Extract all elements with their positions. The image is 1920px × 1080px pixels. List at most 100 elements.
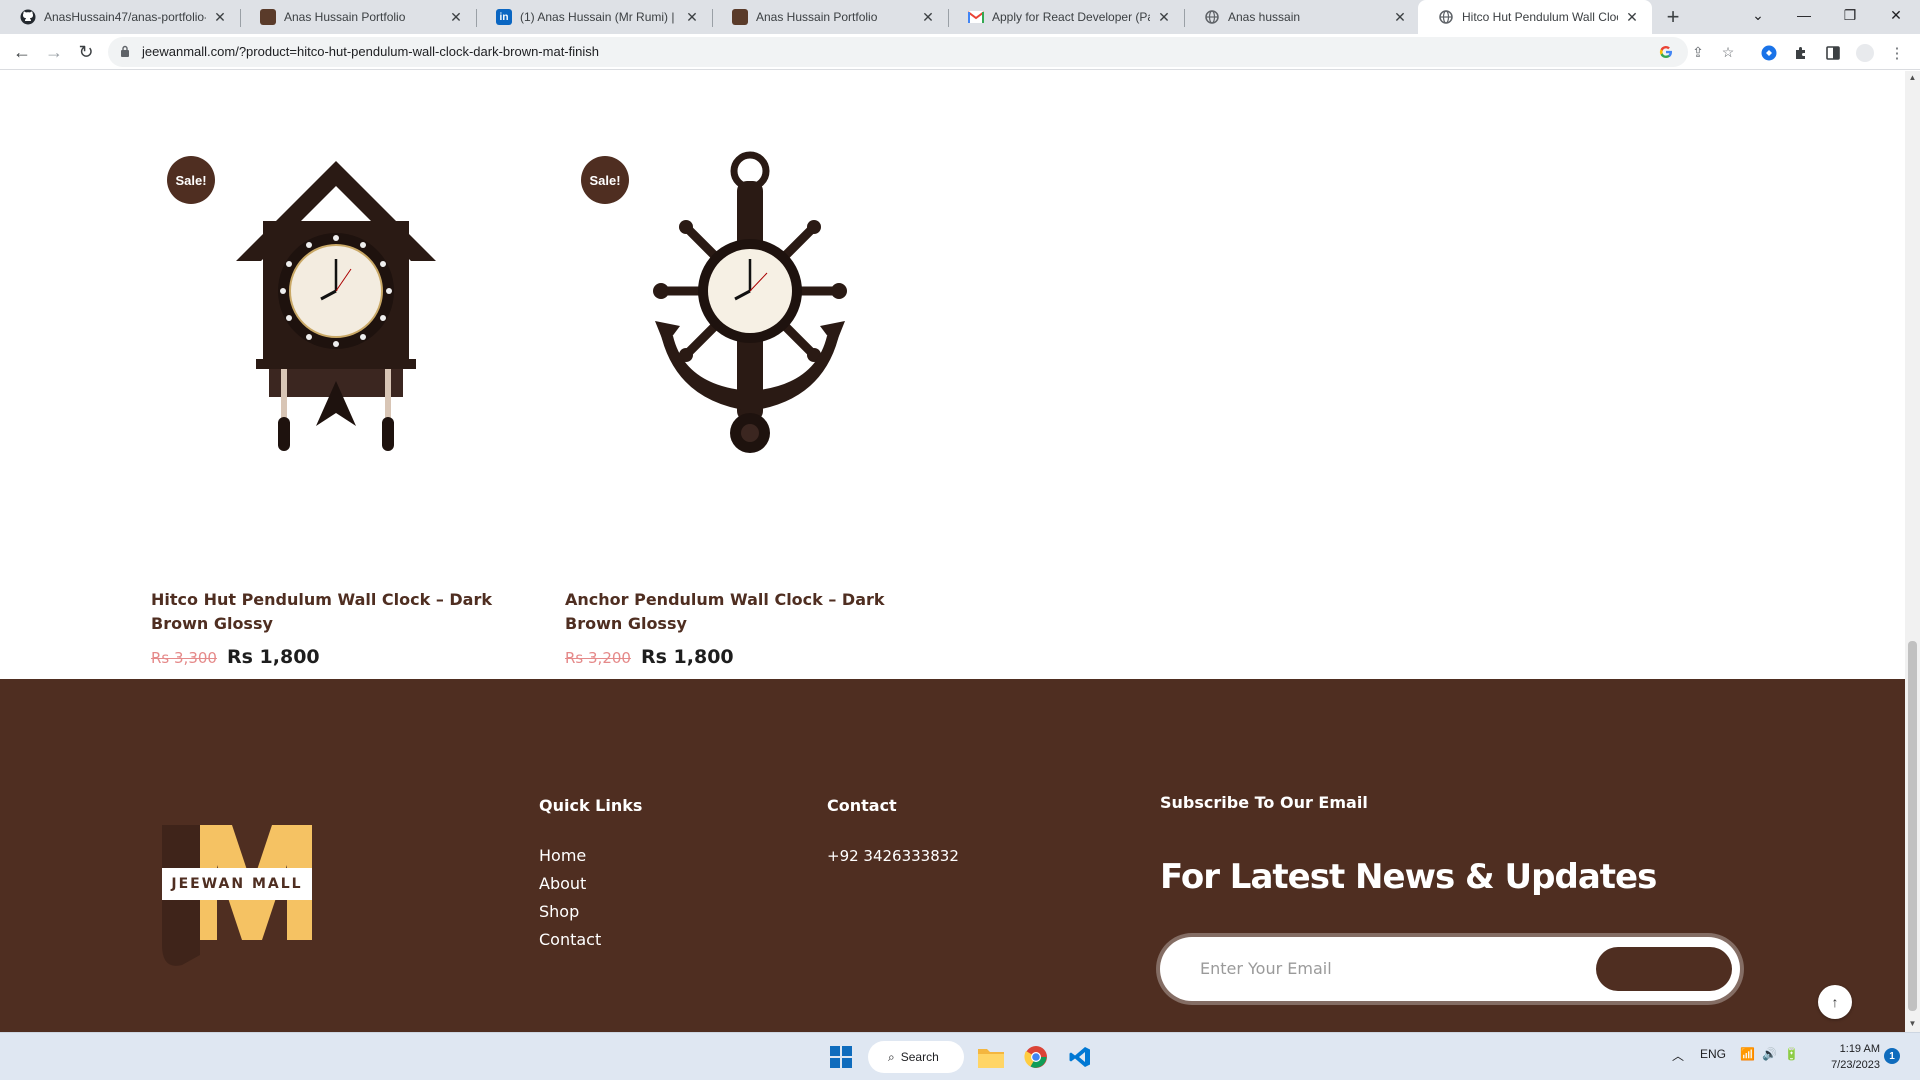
close-tab-icon[interactable]: ✕: [1624, 9, 1640, 26]
old-price: Rs 3,300: [151, 649, 217, 667]
price-row: Rs 3,200 Rs 1,800: [565, 646, 734, 668]
logo-text: JEEWAN MALL: [162, 868, 312, 900]
browser-tab-active[interactable]: Hitco Hut Pendulum Wall Clock ✕: [1418, 0, 1652, 34]
bookmark-star-icon[interactable]: ☆: [1720, 44, 1736, 60]
gmail-icon: [968, 9, 984, 25]
product-title-link[interactable]: Anchor Pendulum Wall Clock – Dark Brown …: [565, 588, 925, 636]
url-text[interactable]: jeewanmall.com/?product=hitco-hut-pendul…: [142, 44, 599, 59]
wifi-icon[interactable]: 📶: [1740, 1047, 1755, 1061]
search-icon: ⌕: [888, 1049, 895, 1064]
close-tab-icon[interactable]: ✕: [920, 9, 936, 26]
address-bar[interactable]: jeewanmall.com/?product=hitco-hut-pendul…: [108, 37, 1734, 67]
browser-tab[interactable]: Anas Hussain Portfolio ✕: [712, 0, 948, 34]
side-panel-icon[interactable]: [1824, 44, 1842, 62]
close-tab-icon[interactable]: ✕: [1156, 9, 1172, 26]
portfolio-icon: [732, 9, 748, 25]
github-icon: [20, 9, 36, 25]
contact-phone[interactable]: +92 3426333832: [827, 847, 959, 865]
windows-taskbar: ⌕ Search ︿ ENG 📶 🔊 🔋 1:19 AM 7/23/2023 1: [0, 1032, 1920, 1080]
tab-search-chevron-icon[interactable]: ⌄: [1736, 0, 1780, 30]
tab-title: AnasHussain47/anas-portfolio-H: [44, 10, 206, 24]
forward-arrow-icon[interactable]: →: [42, 40, 66, 64]
sale-price: Rs 1,800: [641, 646, 734, 668]
vscode-icon[interactable]: [1064, 1041, 1096, 1073]
jeewan-mall-logo[interactable]: JEEWAN MALL: [162, 825, 312, 970]
subscribe-button[interactable]: [1596, 947, 1732, 991]
sale-badge: Sale!: [167, 156, 215, 204]
clock-time: 1:19 AM: [1839, 1043, 1880, 1055]
reload-icon[interactable]: ↻: [74, 40, 98, 64]
linkedin-icon: in: [496, 9, 512, 25]
browser-toolbar: ← → ↻ jeewanmall.com/?product=hitco-hut-…: [0, 34, 1920, 70]
price-amount: 1,800: [673, 646, 734, 668]
footer-link-home[interactable]: Home: [539, 846, 586, 865]
price-row: Rs 3,300 Rs 1,800: [151, 646, 320, 668]
tab-title: Anas Hussain Portfolio: [284, 10, 406, 24]
clock-date: 7/23/2023: [1831, 1059, 1880, 1071]
lock-icon[interactable]: [120, 45, 130, 57]
google-icon[interactable]: [1658, 44, 1674, 60]
notification-badge[interactable]: 1: [1884, 1048, 1900, 1064]
price-currency: Rs: [640, 646, 667, 668]
price-currency: Rs: [226, 646, 253, 668]
tab-title: Hitco Hut Pendulum Wall Clock: [1462, 10, 1618, 24]
subscribe-heading: Subscribe To Our Email: [1160, 793, 1368, 812]
windows-start-icon[interactable]: [825, 1041, 857, 1073]
profile-avatar-icon[interactable]: [1856, 44, 1874, 62]
newsletter-headline: For Latest News & Updates: [1160, 857, 1657, 897]
chrome-menu-icon[interactable]: ⋮: [1888, 44, 1906, 62]
language-indicator[interactable]: ENG: [1700, 1047, 1726, 1061]
footer-link-shop[interactable]: Shop: [539, 902, 579, 921]
scroll-down-arrow-icon[interactable]: ▼: [1908, 1019, 1917, 1028]
minimize-icon[interactable]: —: [1782, 0, 1826, 30]
file-explorer-icon[interactable]: [975, 1041, 1007, 1073]
extensions-puzzle-icon[interactable]: [1792, 44, 1810, 62]
globe-icon: [1204, 9, 1220, 25]
new-tab-button[interactable]: +: [1660, 4, 1686, 30]
close-tab-icon[interactable]: ✕: [1392, 9, 1408, 26]
contact-heading: Contact: [827, 796, 897, 815]
system-clock[interactable]: 1:19 AM 7/23/2023: [1810, 1041, 1880, 1073]
close-tab-icon[interactable]: ✕: [212, 9, 228, 26]
portfolio-icon: [260, 9, 276, 25]
browser-tab-strip: AnasHussain47/anas-portfolio-H ✕ Anas Hu…: [0, 0, 1920, 34]
product-title-link[interactable]: Hitco Hut Pendulum Wall Clock – Dark Bro…: [151, 588, 511, 636]
site-footer: JEEWAN MALL Quick Links Home About Shop …: [0, 679, 1905, 1032]
quick-links-heading: Quick Links: [539, 796, 643, 815]
scroll-up-arrow-icon[interactable]: ▲: [1908, 73, 1917, 82]
extension-icon[interactable]: [1760, 44, 1778, 62]
taskbar-search-button[interactable]: ⌕ Search: [868, 1041, 964, 1073]
browser-tab[interactable]: AnasHussain47/anas-portfolio-H ✕: [0, 0, 240, 34]
close-tab-icon[interactable]: ✕: [448, 9, 464, 26]
back-arrow-icon[interactable]: ←: [10, 40, 34, 64]
browser-tab[interactable]: Anas Hussain Portfolio ✕: [240, 0, 476, 34]
price-amount: 1,800: [259, 646, 320, 668]
taskbar-search-label: Search: [900, 1050, 939, 1064]
product-image-anchor-clock[interactable]: Sale!: [565, 141, 965, 471]
globe-icon: [1438, 9, 1454, 25]
browser-tab[interactable]: Anas hussain ✕: [1184, 0, 1420, 34]
battery-icon[interactable]: 🔋: [1784, 1047, 1799, 1061]
restore-icon[interactable]: ❐: [1828, 0, 1872, 30]
close-tab-icon[interactable]: ✕: [684, 9, 700, 26]
tab-title: Anas Hussain Portfolio: [756, 10, 878, 24]
page-scrollbar[interactable]: ▲ ▼: [1905, 71, 1920, 1032]
close-window-icon[interactable]: ✕: [1874, 0, 1918, 30]
old-price: Rs 3,200: [565, 649, 631, 667]
browser-tab[interactable]: in (1) Anas Hussain (Mr Rumi) | Link ✕: [476, 0, 712, 34]
chrome-taskbar-icon[interactable]: [1020, 1041, 1052, 1073]
tab-title: Anas hussain: [1228, 10, 1301, 24]
product-image-hut-clock[interactable]: Sale!: [151, 141, 551, 471]
scrollbar-thumb[interactable]: [1908, 641, 1917, 1011]
volume-icon[interactable]: 🔊: [1762, 1047, 1777, 1061]
newsletter-form: Enter Your Email: [1160, 937, 1740, 1001]
sale-price: Rs 1,800: [227, 646, 320, 668]
browser-tab[interactable]: Apply for React Developer (Part ✕: [948, 0, 1184, 34]
email-input[interactable]: Enter Your Email: [1200, 959, 1332, 978]
footer-link-about[interactable]: About: [539, 874, 586, 893]
share-icon[interactable]: ⇪: [1690, 44, 1706, 60]
scroll-to-top-button[interactable]: ↑: [1818, 985, 1852, 1019]
tray-chevron-up-icon[interactable]: ︿: [1672, 1047, 1684, 1064]
sale-badge: Sale!: [581, 156, 629, 204]
footer-link-contact[interactable]: Contact: [539, 930, 601, 949]
